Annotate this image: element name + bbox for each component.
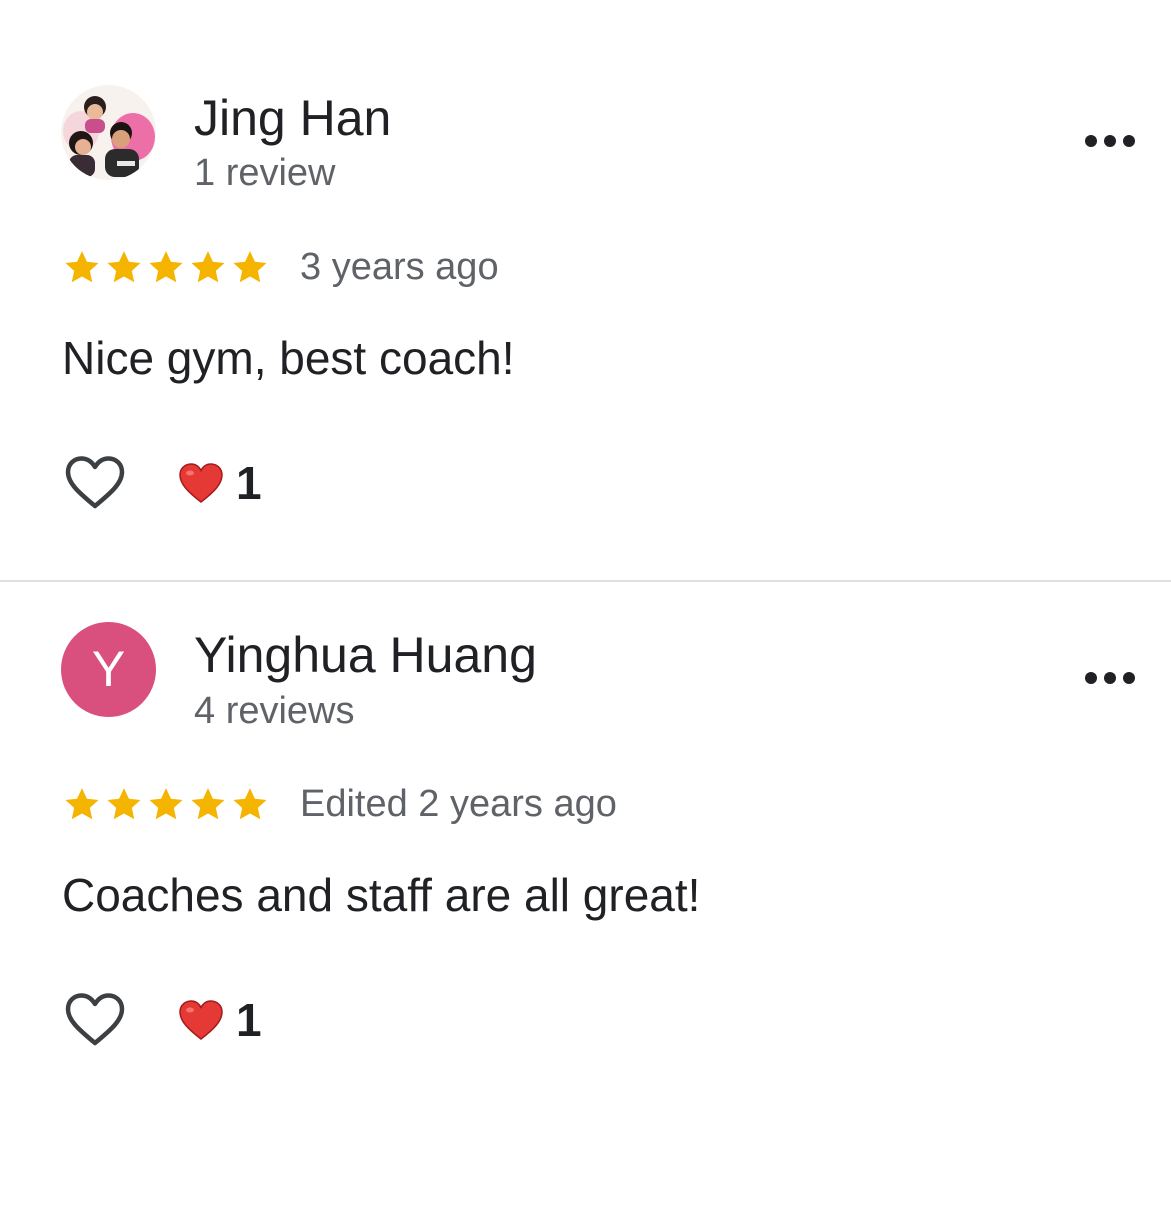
author-name[interactable]: Jing Han bbox=[194, 88, 391, 148]
review-timestamp: 3 years ago bbox=[300, 245, 499, 288]
avatar[interactable]: Y bbox=[61, 622, 156, 717]
review-text: Nice gym, best coach! bbox=[62, 332, 515, 384]
review-actions: 1 bbox=[64, 990, 262, 1050]
star-rating bbox=[62, 247, 272, 287]
star-rating bbox=[62, 784, 272, 824]
author-name[interactable]: Yinghua Huang bbox=[194, 625, 537, 685]
more-horizontal-icon bbox=[1085, 672, 1097, 684]
star-icon bbox=[107, 251, 141, 283]
star-icon bbox=[65, 251, 99, 283]
review-card: Jing Han 1 review 3 years ago Nice gym, … bbox=[0, 0, 1171, 580]
red-heart-icon bbox=[179, 1000, 223, 1040]
star-icon bbox=[191, 251, 225, 283]
red-heart-icon bbox=[179, 463, 223, 503]
review-timestamp: Edited 2 years ago bbox=[300, 782, 617, 825]
star-icon bbox=[107, 788, 141, 820]
more-options-button[interactable] bbox=[1085, 131, 1135, 151]
reaction-summary[interactable]: 1 bbox=[178, 993, 262, 1047]
reaction-count: 1 bbox=[236, 457, 262, 509]
avatar[interactable] bbox=[61, 85, 156, 180]
heart-outline-icon[interactable] bbox=[64, 455, 126, 511]
reaction-count: 1 bbox=[236, 994, 262, 1046]
author-review-count: 4 reviews bbox=[194, 690, 355, 732]
star-icon bbox=[191, 788, 225, 820]
star-icon bbox=[233, 251, 267, 283]
more-options-button[interactable] bbox=[1085, 668, 1135, 688]
star-icon bbox=[233, 788, 267, 820]
author-review-count: 1 review bbox=[194, 152, 336, 194]
review-text: Coaches and staff are all great! bbox=[62, 869, 701, 921]
reaction-summary[interactable]: 1 bbox=[178, 456, 262, 510]
review-actions: 1 bbox=[64, 453, 262, 513]
rating-row: Edited 2 years ago bbox=[62, 779, 617, 829]
review-card: Y Yinghua Huang 4 reviews Edited 2 years… bbox=[0, 582, 1171, 1182]
more-horizontal-icon bbox=[1085, 135, 1097, 147]
heart-outline-icon[interactable] bbox=[64, 992, 126, 1048]
star-icon bbox=[65, 788, 99, 820]
avatar-photo-icon bbox=[61, 85, 156, 180]
star-icon bbox=[149, 788, 183, 820]
rating-row: 3 years ago bbox=[62, 242, 499, 292]
star-icon bbox=[149, 251, 183, 283]
